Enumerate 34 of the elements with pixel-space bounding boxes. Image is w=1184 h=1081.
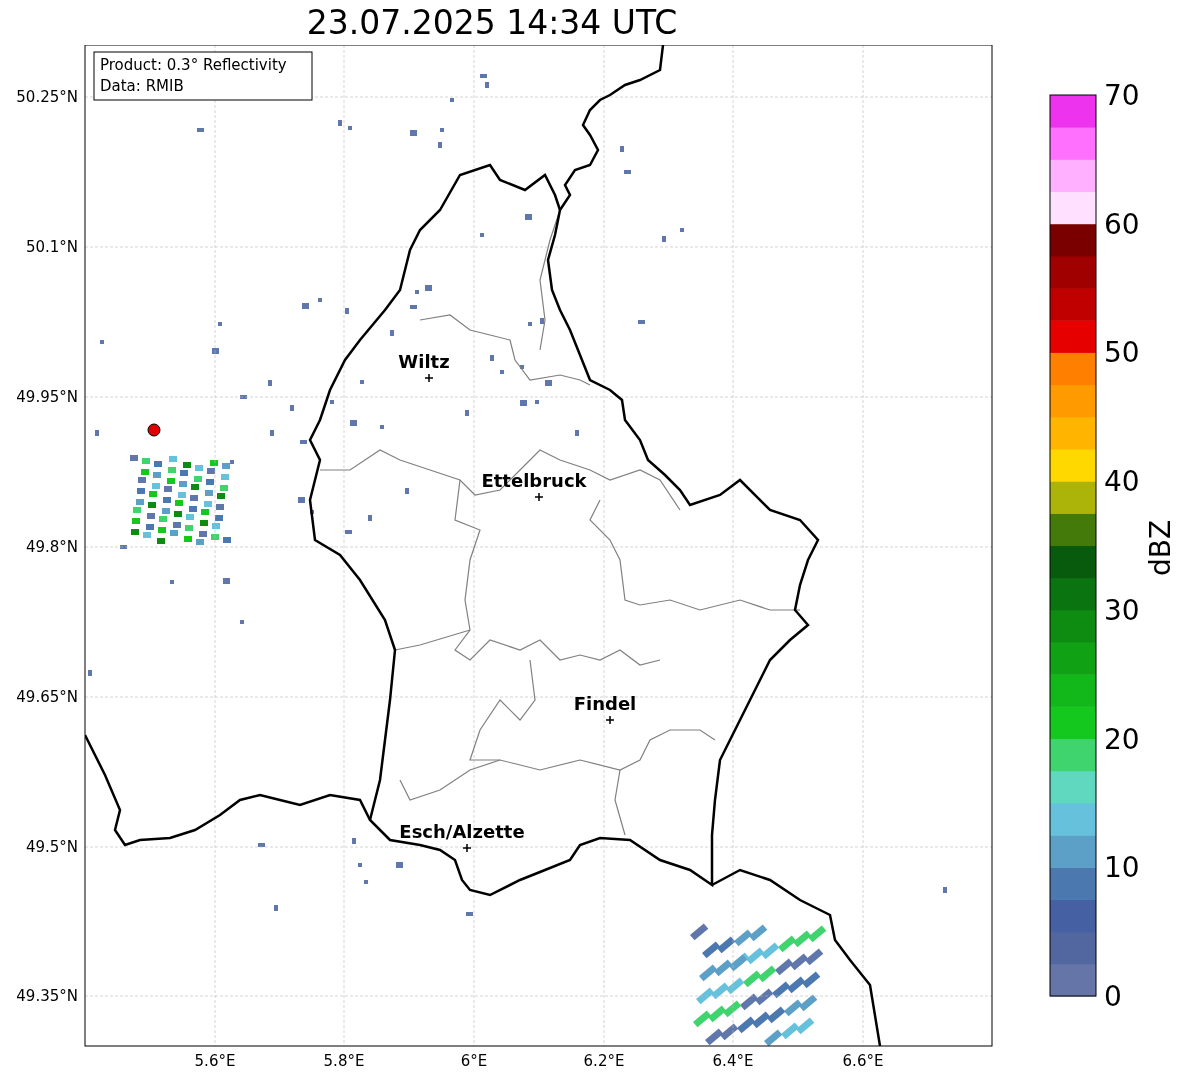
city-label: Findel <box>573 693 637 714</box>
colorbar-tick-label: 30 <box>1104 593 1140 627</box>
axis-tick-label: 5.8°E <box>323 1052 365 1070</box>
axis-tick-label: 6.2°E <box>583 1052 625 1070</box>
axis-tick-label: 6.6°E <box>842 1052 884 1070</box>
axis-tick-label: 5.6°E <box>194 1052 236 1070</box>
axis-tick-label: 6°E <box>460 1052 488 1070</box>
colorbar-tick-label: 60 <box>1104 207 1140 241</box>
colorbar-tick-label: 20 <box>1104 722 1140 756</box>
info-text: Product: 0.3° Reflectivity <box>100 56 287 74</box>
city-marker-icon <box>605 715 615 725</box>
axis-tick-label: 49.5°N <box>25 838 78 856</box>
colorbar-tick-label: 40 <box>1104 465 1140 499</box>
axis-tick-label: 49.95°N <box>16 388 78 406</box>
city-label: Ettelbruck <box>481 470 587 491</box>
city-marker-icon <box>534 492 544 502</box>
axis-tick-label: 50.1°N <box>25 238 78 256</box>
info-text: Data: RMIB <box>100 77 184 95</box>
axis-tick-label: 49.35°N <box>16 987 78 1005</box>
city-label: Wiltz <box>398 351 450 372</box>
city-marker-icon <box>424 373 434 383</box>
chart-title: 23.07.2025 14:34 UTC <box>306 6 678 39</box>
axis-tick-label: 49.65°N <box>16 688 78 706</box>
colorbar-tick-label: 10 <box>1104 851 1140 885</box>
colorbar-tick-label: 50 <box>1104 336 1140 370</box>
city-label: Esch/Alzette <box>399 821 525 842</box>
axis-tick-label: 50.25°N <box>16 88 78 106</box>
city-marker-icon <box>462 843 472 853</box>
colorbar-tick-label: 0 <box>1104 980 1122 1013</box>
axis-tick-label: 6.4°E <box>712 1052 754 1070</box>
axis-tick-label: 49.8°N <box>25 538 78 556</box>
radar-site-icon <box>147 423 161 437</box>
colorbar-label: dBZ <box>1144 519 1177 577</box>
colorbar-tick-label: 70 <box>1104 79 1140 112</box>
